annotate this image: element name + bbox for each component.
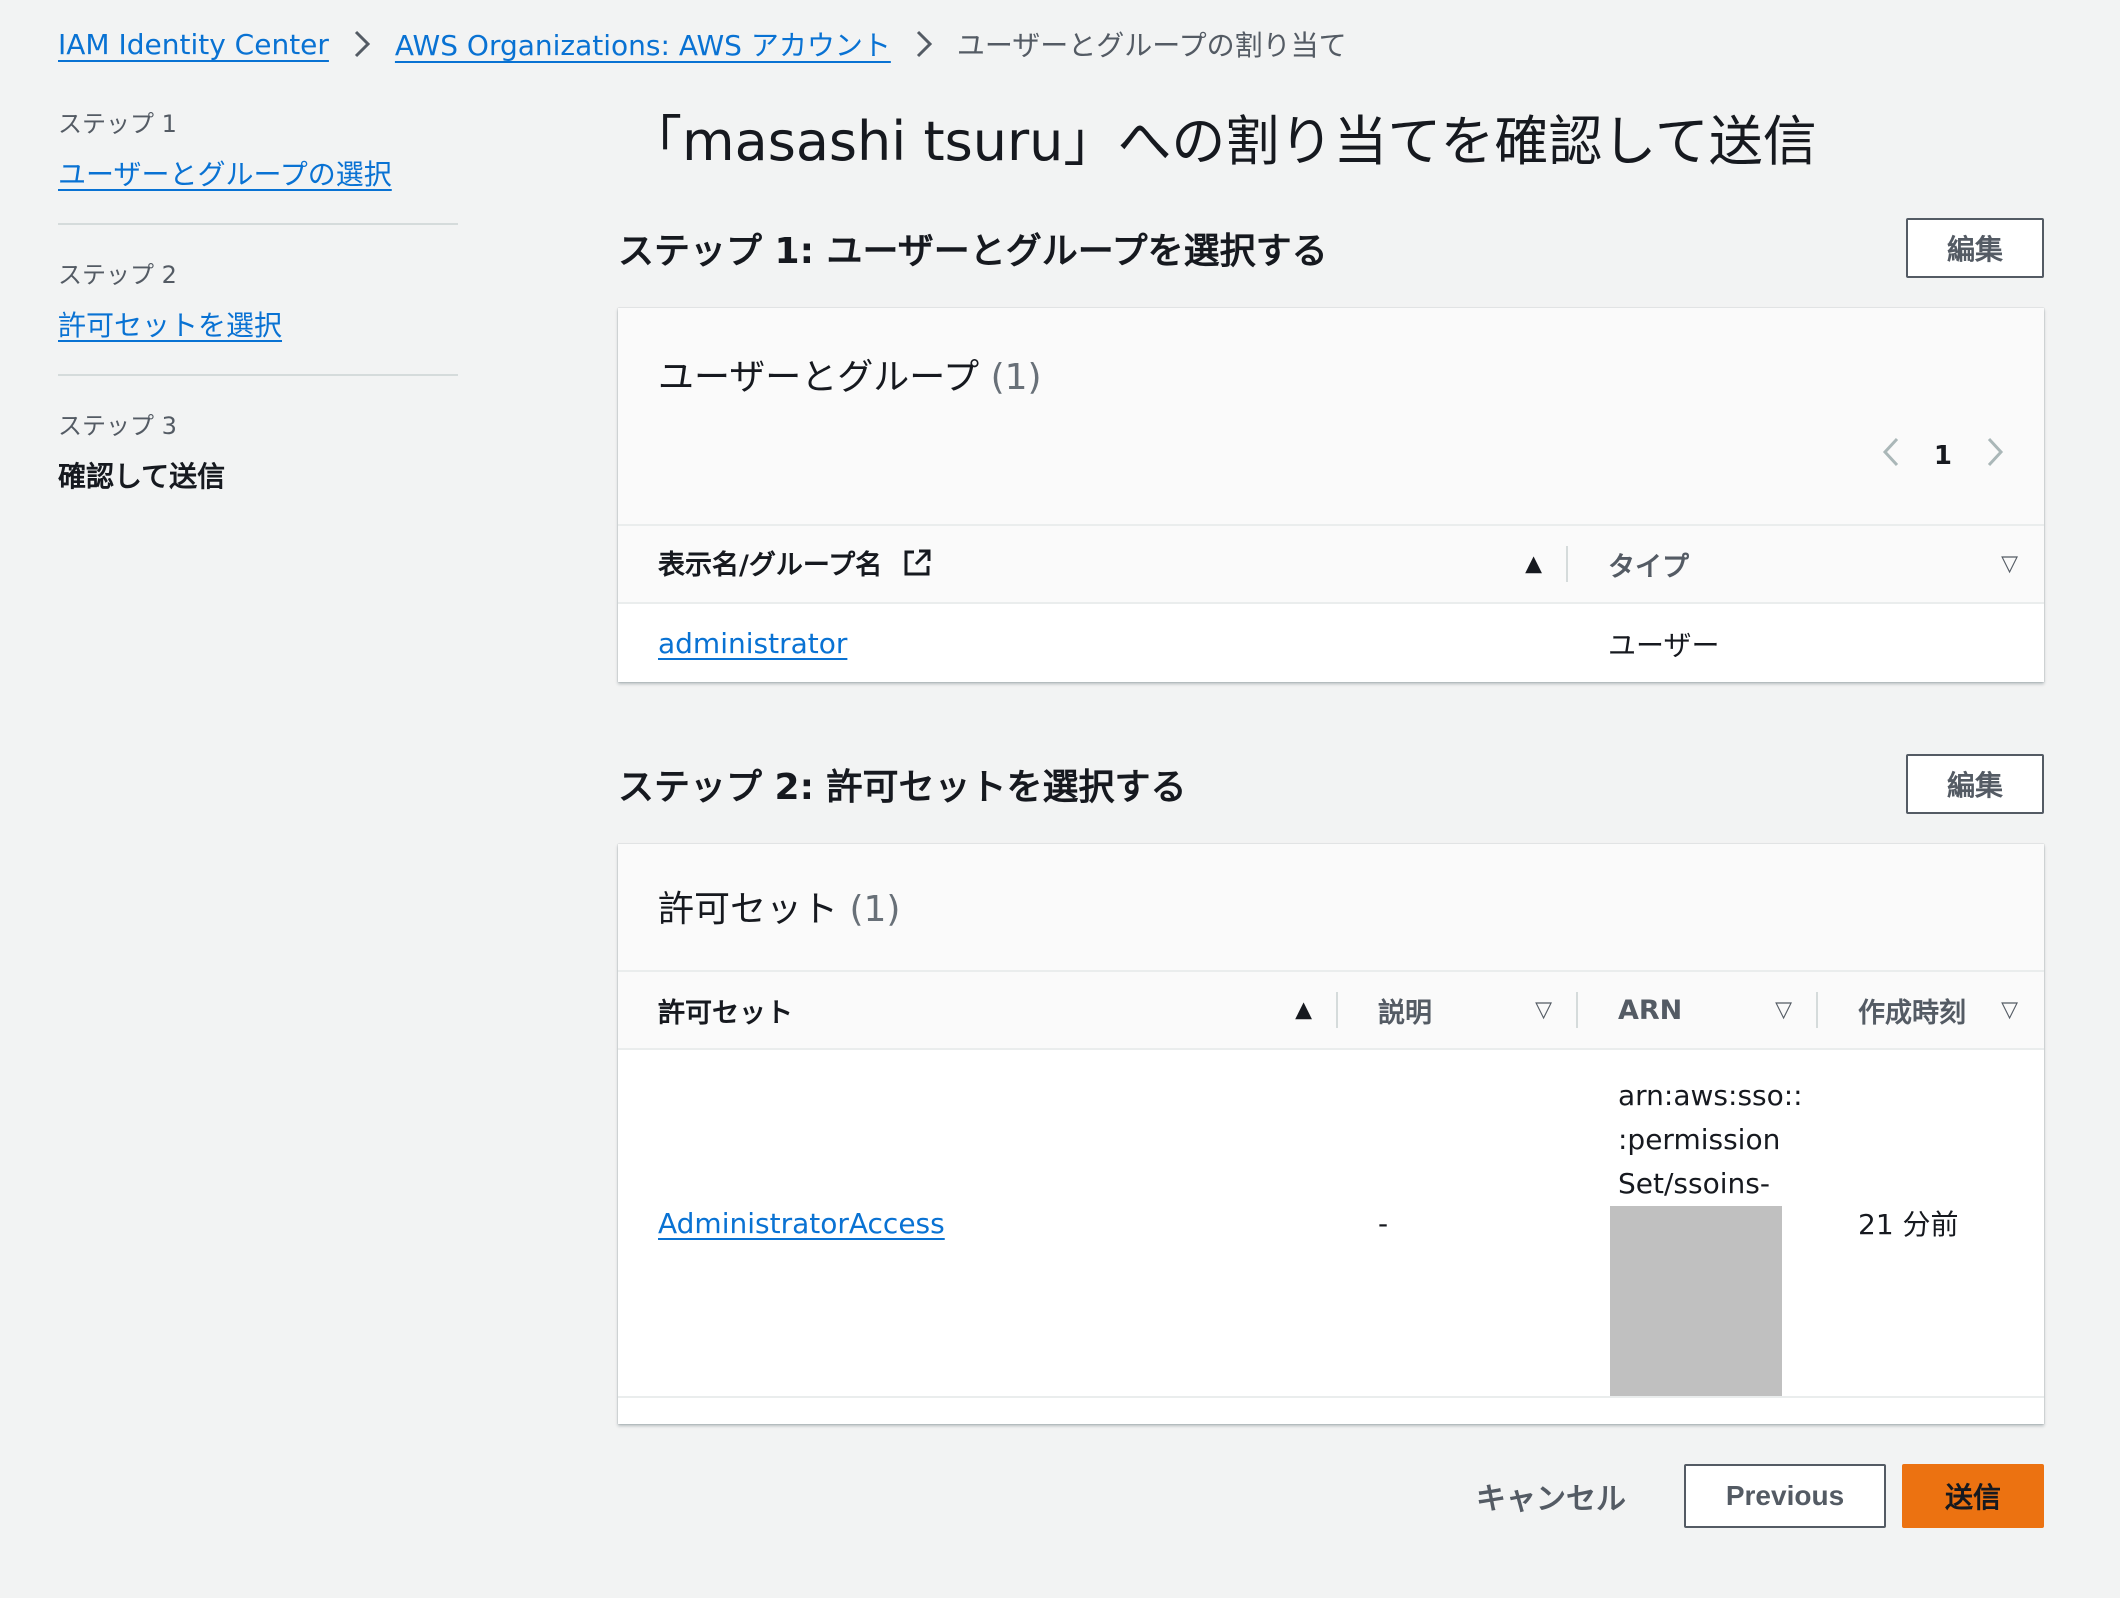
page-title: 「masashi tsuru」への割り当てを確認して送信 [628,110,1817,173]
section-2-heading: ステップ 2: 許可セットを選択する [618,767,1187,808]
description-cell: - [1378,1206,1389,1240]
arn-cell: arn:aws:sso:: :permission Set/ssoins- [1578,1049,1818,1397]
step-link-select-permission-sets[interactable]: 許可セットを選択 [58,309,282,342]
permission-set-link-administratoraccess[interactable]: AdministratorAccess [658,1207,945,1240]
arn-line: arn:aws:sso:: [1618,1079,1803,1112]
wizard-actions: キャンセル Previous 送信 [1476,1464,2044,1528]
panel-title-text: 許可セット [658,889,839,930]
edit-users-groups-button[interactable]: 編集 [1906,218,2044,278]
step-number: ステップ 2 [58,261,177,289]
panel-title-text: ユーザーとグループ [658,357,980,398]
column-header-arn[interactable]: ARN ▽ [1578,970,1818,1050]
section-1-heading: ステップ 1: ユーザーとグループを選択する [618,231,1328,272]
panel-title: 許可セット (1) [658,880,900,932]
table-row: AdministratorAccess - arn:aws:sso:: :per… [618,1049,2044,1397]
type-cell: ユーザー [1608,628,1720,662]
users-groups-panel: ユーザーとグループ (1) 1 表示名/グループ名 ▲ タイプ ▽ admini… [618,308,2044,682]
breadcrumb: IAM Identity Center AWS Organizations: A… [58,24,1347,64]
column-header-permission-set[interactable]: 許可セット ▲ [618,970,1338,1050]
created-cell: 21 分前 [1858,1208,1959,1241]
cancel-button[interactable]: キャンセル [1476,1474,1626,1518]
redacted-block [1610,1206,1782,1396]
users-groups-table: 表示名/グループ名 ▲ タイプ ▽ administrator ユーザー [618,524,2044,683]
pagination: 1 [1882,436,2004,476]
sort-descending-icon[interactable]: ▽ [1535,998,1552,1023]
panel-title: ユーザーとグループ (1) [658,348,1042,400]
item-count: (1) [849,889,901,930]
chevron-right-icon[interactable] [1986,436,2004,476]
panel-header: ユーザーとグループ (1) 1 [618,308,2044,524]
permission-sets-panel: 許可セット (1) 許可セット ▲ 説明 ▽ ARN ▽ 作成時刻 ▽ Admi… [618,844,2044,1424]
chevron-left-icon[interactable] [1882,436,1900,476]
table-row: administrator ユーザー [618,603,2044,683]
wizard-steps-nav: ステップ 1 ユーザーとグループの選択 ステップ 2 許可セットを選択 ステップ… [58,104,458,555]
step-link-select-users-groups[interactable]: ユーザーとグループの選択 [58,158,392,191]
sort-descending-icon[interactable]: ▽ [2001,552,2018,577]
step-label-current: 確認して送信 [58,460,226,493]
breadcrumb-link-iam-identity-center[interactable]: IAM Identity Center [58,28,329,61]
section-2-header: ステップ 2: 許可セットを選択する 編集 [618,752,2044,816]
submit-button[interactable]: 送信 [1902,1464,2044,1528]
permission-sets-table: 許可セット ▲ 説明 ▽ ARN ▽ 作成時刻 ▽ AdministratorA… [618,970,2044,1398]
previous-button[interactable]: Previous [1684,1464,1886,1528]
breadcrumb-link-aws-accounts[interactable]: AWS Organizations: AWS アカウント [395,24,891,64]
step-number: ステップ 3 [58,412,177,440]
sort-descending-icon[interactable]: ▽ [2001,998,2018,1023]
arn-line: :permission [1618,1123,1781,1156]
user-link-administrator[interactable]: administrator [658,627,847,660]
sort-ascending-icon[interactable]: ▲ [1295,998,1312,1023]
sort-ascending-icon[interactable]: ▲ [1525,552,1542,577]
chevron-right-icon [329,29,395,59]
column-header-created[interactable]: 作成時刻 ▽ [1818,970,2044,1050]
section-1-header: ステップ 1: ユーザーとグループを選択する 編集 [618,216,2044,280]
chevron-right-icon [891,29,957,59]
item-count: (1) [990,357,1042,398]
external-link-icon [902,548,932,585]
breadcrumb-current: ユーザーとグループの割り当て [956,29,1347,62]
column-header-description[interactable]: 説明 ▽ [1338,970,1578,1050]
sort-descending-icon[interactable]: ▽ [1775,998,1792,1023]
panel-header: 許可セット (1) [618,844,2044,970]
column-header-display-name[interactable]: 表示名/グループ名 ▲ [618,524,1568,604]
column-header-type[interactable]: タイプ ▽ [1568,524,2044,604]
wizard-step-1: ステップ 1 ユーザーとグループの選択 [58,104,458,225]
page-number[interactable]: 1 [1934,441,1952,471]
step-number: ステップ 1 [58,110,177,138]
wizard-step-3: ステップ 3 確認して送信 [58,406,458,525]
edit-permission-sets-button[interactable]: 編集 [1906,754,2044,814]
arn-line: Set/ssoins- [1618,1167,1770,1200]
wizard-step-2: ステップ 2 許可セットを選択 [58,255,458,376]
